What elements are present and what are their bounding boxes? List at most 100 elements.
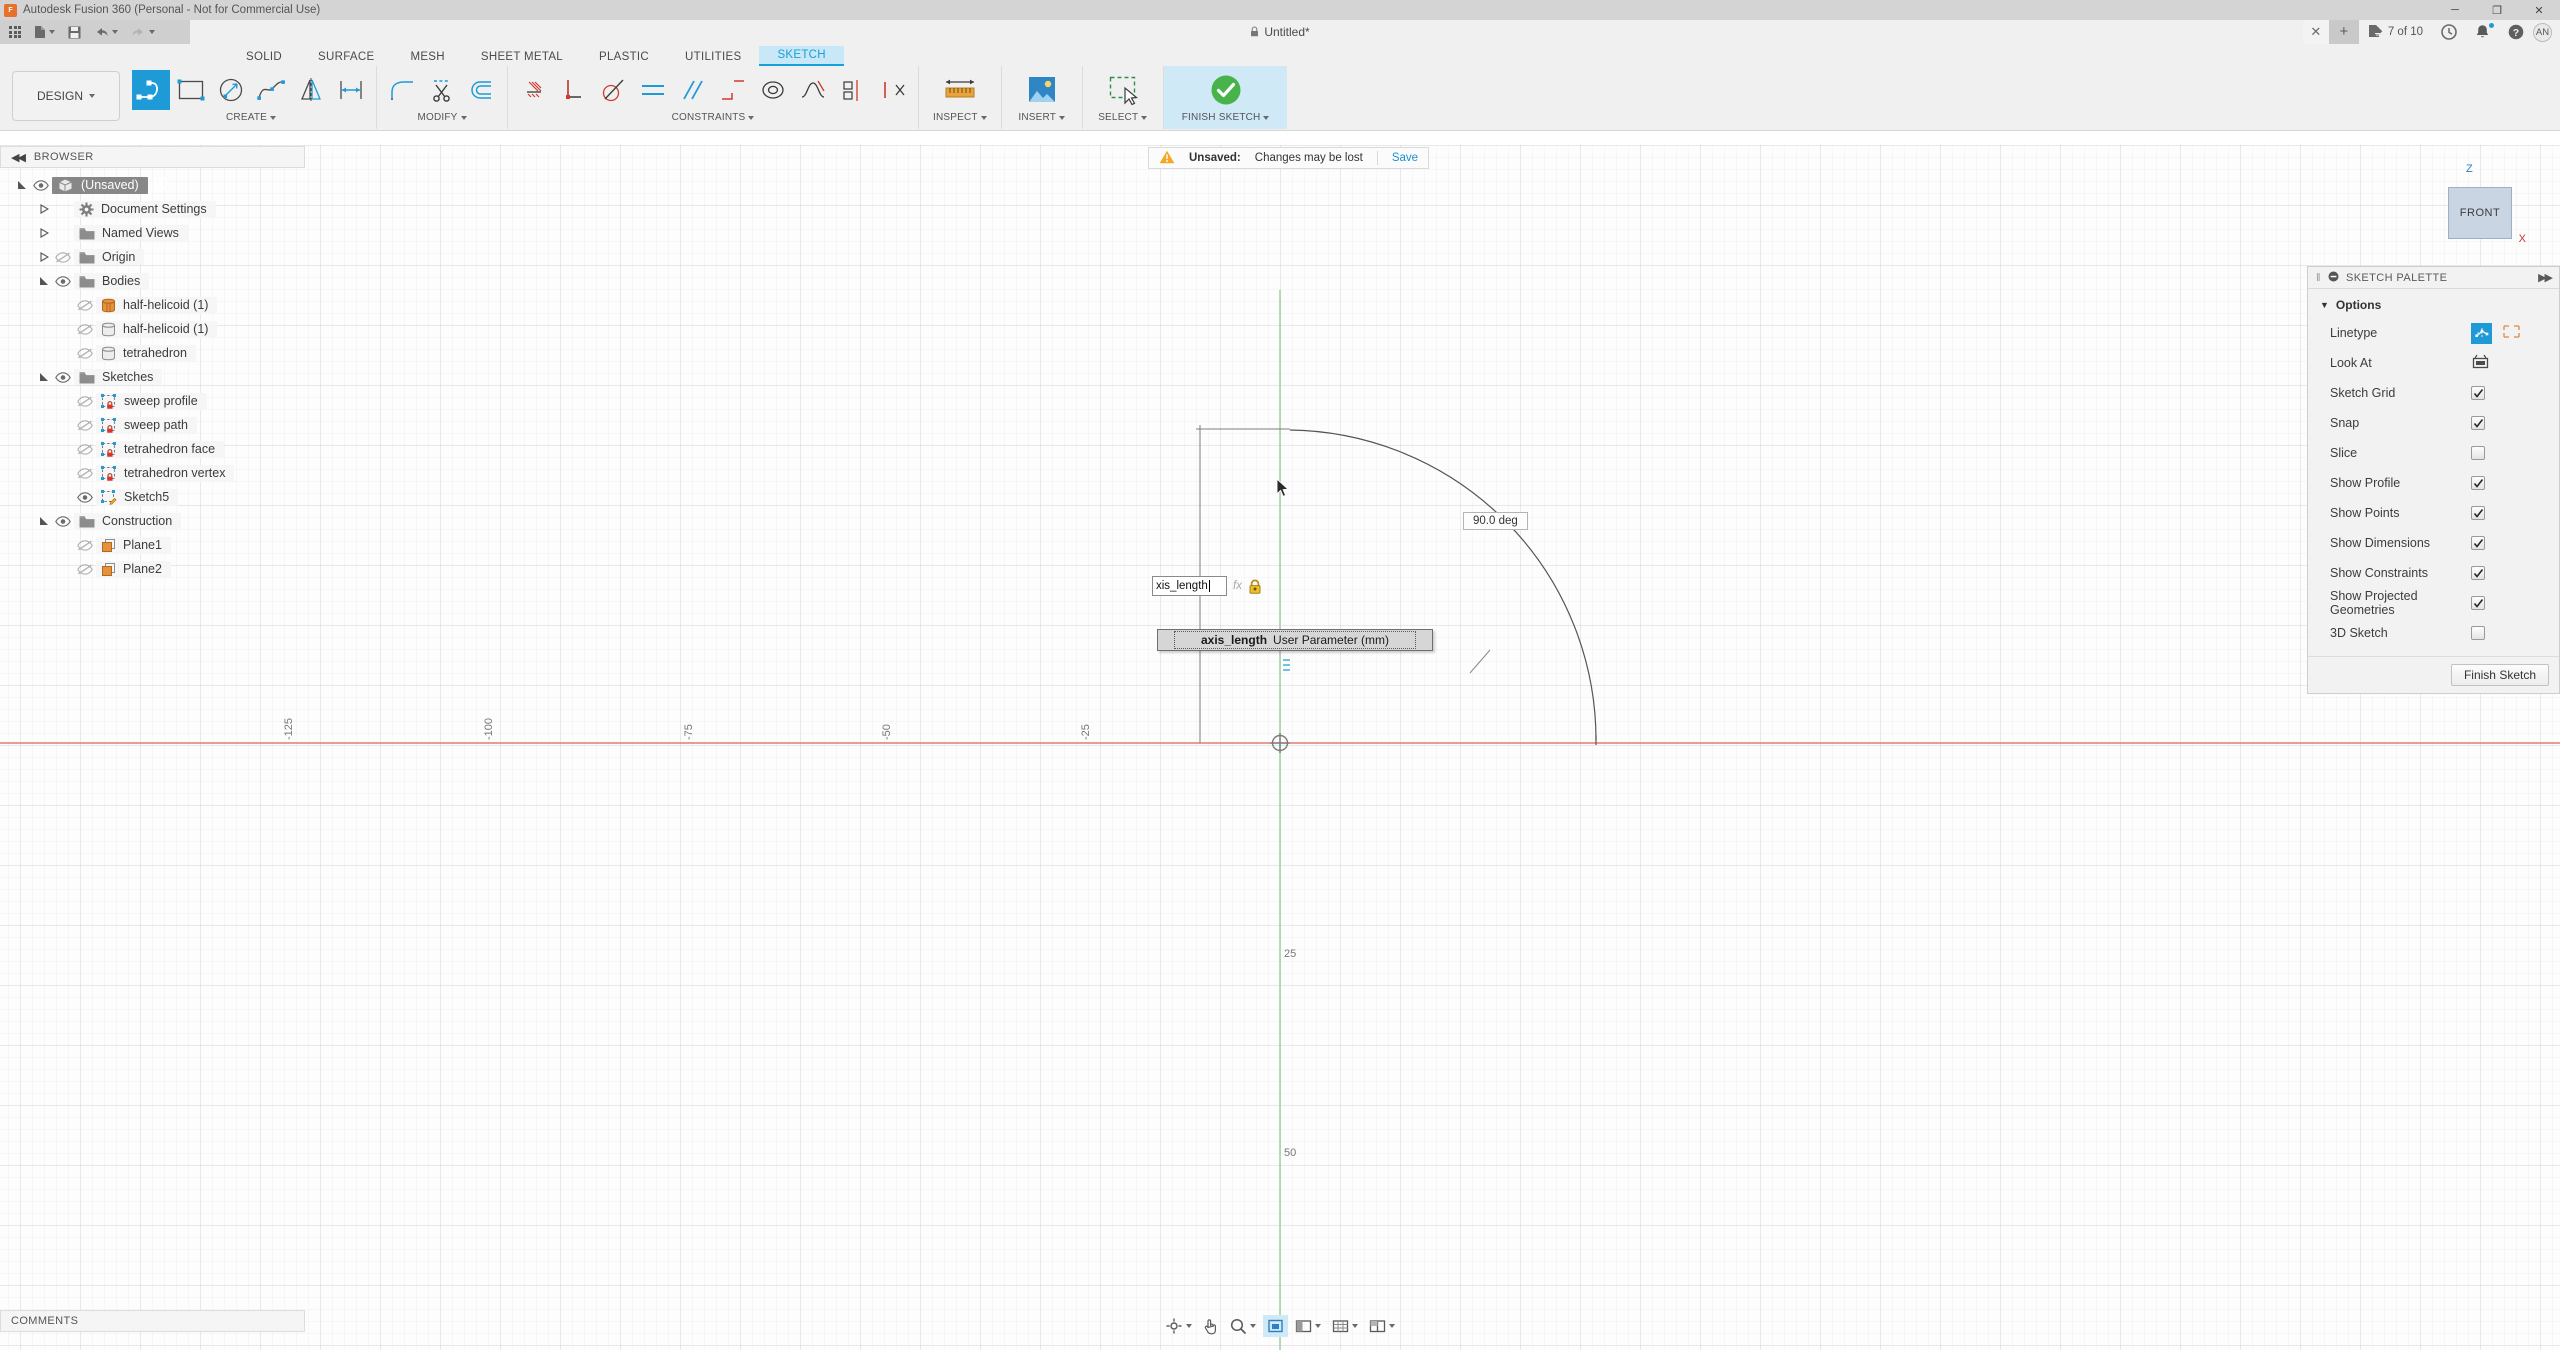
browser-item-chip[interactable]: Document Settings [74,201,216,218]
minimize-button[interactable]: ─ [2434,0,2476,20]
tab-surface[interactable]: SURFACE [300,48,392,66]
display-settings-icon[interactable] [1291,1316,1325,1337]
browser-item-chip[interactable]: tetrahedron [96,345,196,362]
finish-sketch-button[interactable]: Finish Sketch [2451,664,2549,686]
help-icon[interactable]: ? [2499,20,2533,44]
snap-checkbox[interactable] [2471,416,2485,430]
expand-arrow-icon[interactable] [36,372,52,382]
slice-checkbox[interactable] [2471,446,2485,460]
ribbon-group-label-create[interactable]: CREATE [226,110,276,125]
pan-icon[interactable] [1199,1315,1223,1338]
tab-utilities[interactable]: UTILITIES [667,48,759,66]
eye-hidden-icon[interactable] [74,348,96,359]
dimension-input-field[interactable]: xis_length [1152,576,1227,596]
comments-panel-header[interactable]: COMMENTS [0,1310,305,1332]
linetype-construction-button[interactable] [2502,323,2521,343]
ribbon-group-label-insert[interactable]: INSERT [1018,110,1065,125]
browser-item-chip[interactable]: Sketch5 [96,489,178,506]
concentric-constraint-tool[interactable] [754,70,792,110]
3d-sketch-checkbox[interactable] [2471,626,2485,640]
parallel-constraint-tool[interactable] [674,70,712,110]
browser-item-sweep-path[interactable]: sweep path [0,413,305,437]
tab-sketch[interactable]: SKETCH [759,46,843,66]
fit-icon[interactable] [1263,1315,1288,1337]
show-points-checkbox[interactable] [2471,506,2485,520]
close-button[interactable]: ✕ [2518,0,2560,20]
curvature-constraint-tool[interactable] [794,70,832,110]
sketch-grid-checkbox[interactable] [2471,386,2485,400]
trial-days-indicator[interactable]: 7 of 10 [2359,20,2432,44]
ribbon-group-label-inspect[interactable]: INSPECT [933,110,987,125]
browser-item-chip[interactable]: Named Views [74,225,188,241]
palette-section-options[interactable]: ▼ Options [2308,295,2559,318]
horizontal-vertical-constraint-tool[interactable] [634,70,672,110]
finish-sketch-tool[interactable] [1200,70,1252,110]
browser-item-chip[interactable]: Origin [74,249,144,265]
grid-snap-icon[interactable] [1328,1316,1362,1337]
ribbon-group-label-finish-sketch[interactable]: FINISH SKETCH [1182,110,1270,125]
new-document-tab-button[interactable]: + [2329,20,2359,44]
perpendicular-constraint-tool[interactable] [554,70,592,110]
eye-hidden-icon[interactable] [74,420,96,431]
eye-hidden-icon[interactable] [74,564,96,575]
browser-item-chip[interactable]: Construction [74,513,181,529]
save-link[interactable]: Save [1392,152,1418,164]
offset-tool[interactable] [463,70,501,110]
eye-visible-icon[interactable] [52,276,74,287]
browser-item-sketches[interactable]: Sketches [0,365,305,389]
sketch-dimension-tool[interactable] [332,70,370,110]
show-projected-geometries-checkbox[interactable] [2471,596,2485,610]
minimize-circle-icon[interactable] [2328,271,2339,285]
redo-icon[interactable] [131,26,155,38]
close-document-tab-button[interactable]: ✕ [2303,20,2329,44]
coincident-constraint-tool[interactable] [714,70,752,110]
look-at-button[interactable] [2471,353,2490,373]
ribbon-group-label-select[interactable]: SELECT [1098,110,1147,125]
viewcube-front-face[interactable]: FRONT [2448,187,2512,239]
browser-item-origin[interactable]: Origin [0,245,305,269]
browser-item-construction[interactable]: Construction [0,509,305,533]
show-dimensions-checkbox[interactable] [2471,536,2485,550]
equal-constraint-tool[interactable] [874,70,912,110]
expand-arrow-icon[interactable] [36,276,52,286]
browser-item-chip[interactable]: Sketches [74,369,162,385]
undo-icon[interactable] [94,26,118,38]
show-profile-checkbox[interactable] [2471,476,2485,490]
eye-hidden-icon[interactable] [74,300,96,311]
expand-right-icon[interactable]: ▶▶ [2538,271,2551,284]
select-tool[interactable] [1097,70,1149,110]
grid-menu-icon[interactable] [9,26,21,38]
browser-item-chip[interactable]: Plane2 [96,561,171,578]
browser-item-sketch5[interactable]: Sketch5 [0,485,305,509]
browser-item-chip[interactable]: tetrahedron vertex [96,465,234,482]
expand-arrow-icon[interactable] [36,204,52,214]
fillet-tool[interactable] [383,70,421,110]
ribbon-group-label-constraints[interactable]: CONSTRAINTS [672,110,755,125]
tangent-constraint-tool[interactable] [594,70,632,110]
expand-arrow-icon[interactable] [36,516,52,526]
fx-icon[interactable]: fx [1233,580,1242,592]
browser-item-sweep-profile[interactable]: sweep profile [0,389,305,413]
rectangle-tool[interactable] [172,70,210,110]
maximize-button[interactable]: ❐ [2476,0,2518,20]
save-icon[interactable] [68,26,81,39]
eye-hidden-icon[interactable] [74,444,96,455]
eye-visible-icon[interactable] [74,492,96,503]
show-constraints-checkbox[interactable] [2471,566,2485,580]
tab-mesh[interactable]: MESH [392,48,462,66]
tab-sheet-metal[interactable]: SHEET METAL [463,48,581,66]
bell-icon[interactable] [2466,20,2499,44]
eye-visible-icon[interactable] [52,372,74,383]
browser-item-unsaved[interactable]: (Unsaved) [0,173,305,197]
trim-tool[interactable] [423,70,461,110]
browser-item-tetrahedron-face[interactable]: tetrahedron face [0,437,305,461]
tab-solid[interactable]: SOLID [228,48,300,66]
viewports-icon[interactable] [1365,1316,1399,1337]
browser-item-half-helicoid-1[interactable]: half-helicoid (1) [0,293,305,317]
avatar[interactable]: AN [2533,23,2552,42]
parameter-autocomplete-tooltip[interactable]: axis_length User Parameter (mm) [1157,629,1433,651]
spline-tool[interactable] [252,70,290,110]
view-cube[interactable]: Z X FRONT [2426,165,2522,261]
lock-closed-icon[interactable] [1248,579,1262,594]
eye-visible-icon[interactable] [52,516,74,527]
